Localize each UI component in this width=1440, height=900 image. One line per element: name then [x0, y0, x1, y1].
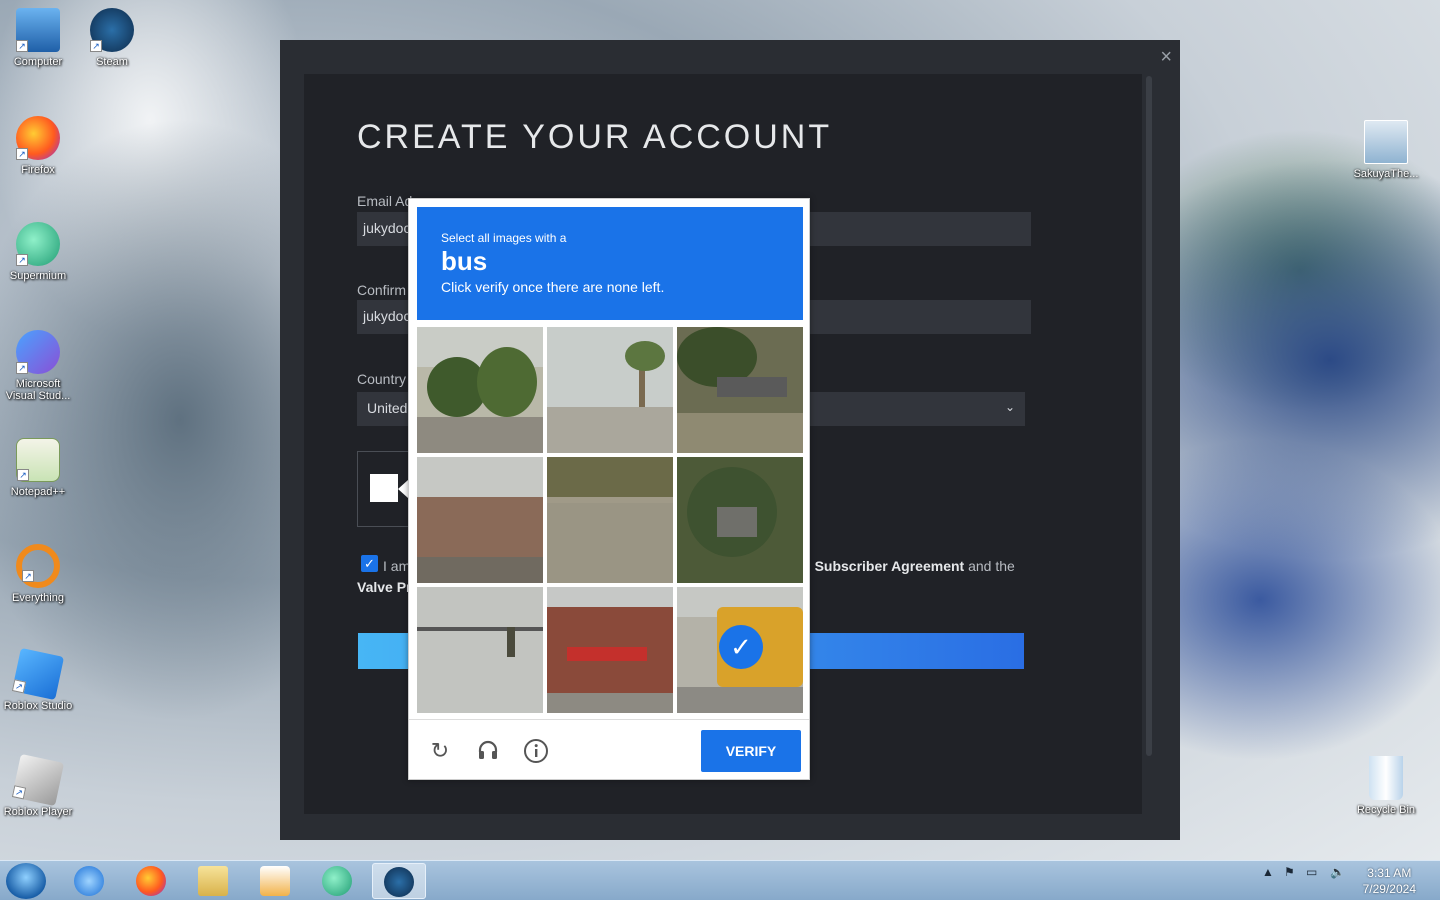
taskbar-supermium[interactable]	[310, 863, 364, 899]
chevron-down-icon: ⌄	[1004, 400, 1015, 414]
desktop-icon-notepadpp[interactable]: ↗ Notepad++	[0, 438, 76, 498]
everything-icon: ↗	[16, 544, 60, 588]
firefox-icon: ↗	[16, 116, 60, 160]
volume-muted-icon[interactable]: 🔈	[1330, 865, 1345, 879]
taskbar-media-player[interactable]	[248, 863, 302, 899]
scrollbar[interactable]	[1146, 76, 1152, 756]
desktop-icon-label: Supermium	[9, 270, 67, 282]
image-tile-3[interactable]	[677, 327, 803, 453]
taskbar: ▲ ⚑ ▭ 🔈 3:31 AM 7/29/2024	[0, 860, 1440, 900]
selected-check-icon: ✓	[719, 625, 763, 669]
system-clock[interactable]: 3:31 AM 7/29/2024	[1363, 865, 1416, 897]
action-center-flag-icon[interactable]: ⚑	[1284, 865, 1295, 879]
desktop-icon-firefox[interactable]: ↗ Firefox	[0, 116, 76, 176]
desktop-icon-computer[interactable]: ↗ Computer	[0, 8, 76, 68]
desktop-icon-label: Microsoft Visual Stud...	[5, 378, 71, 402]
recaptcha-header: Select all images with a bus Click verif…	[417, 207, 803, 320]
subscriber-agreement-link[interactable]: Subscriber Agreement	[815, 558, 965, 574]
agree-prefix: I am	[383, 558, 411, 574]
instruction-text: Select all images with a	[441, 231, 567, 245]
close-icon[interactable]: ×	[1160, 46, 1172, 69]
recaptcha-challenge: Select all images with a bus Click verif…	[408, 198, 810, 780]
image-tile-2[interactable]	[547, 327, 673, 453]
visual-studio-icon: ↗	[16, 330, 60, 374]
reload-icon[interactable]: ↻	[427, 738, 453, 764]
show-hidden-icons-icon[interactable]: ▲	[1262, 865, 1274, 879]
computer-icon: ↗	[16, 8, 60, 52]
desktop-icon-label: Roblox Player	[3, 806, 73, 818]
supermium-icon: ↗	[16, 222, 60, 266]
desktop-icon-label: Computer	[13, 56, 63, 68]
image-file-icon	[1364, 120, 1408, 164]
desktop-icon-label: Everything	[12, 592, 64, 604]
info-icon[interactable]	[523, 738, 549, 764]
firefox-icon	[136, 866, 166, 896]
desktop-icon-everything[interactable]: ↗ Everything	[0, 544, 76, 604]
taskbar-steam[interactable]	[372, 863, 426, 899]
taskbar-firefox[interactable]	[124, 863, 178, 899]
image-tile-8[interactable]	[547, 587, 673, 713]
desktop-icon-roblox-player[interactable]: ↗ Roblox Player	[0, 753, 76, 818]
start-button[interactable]	[6, 863, 46, 899]
captcha-pointer	[398, 480, 408, 498]
instruction-subtext: Click verify once there are none left.	[441, 279, 665, 295]
internet-explorer-icon	[74, 866, 104, 896]
image-tile-5[interactable]	[547, 457, 673, 583]
desktop-icon-label: Recycle Bin	[1356, 804, 1416, 816]
desktop-icon-roblox-studio[interactable]: ↗ Roblox Studio	[0, 647, 76, 712]
recycle-bin-icon	[1369, 756, 1403, 800]
agree-text-right: ) Subscriber Agreement and the	[806, 558, 1015, 574]
recaptcha-footer: ↻ VERIFY	[409, 719, 809, 781]
file-explorer-icon	[198, 866, 228, 896]
supermium-icon	[322, 866, 352, 896]
taskbar-internet-explorer[interactable]	[62, 863, 116, 899]
desktop-icon-recycle-bin[interactable]: Recycle Bin	[1348, 756, 1424, 816]
desktop-icon-image-file[interactable]: SakuyaThe...	[1348, 120, 1424, 180]
network-icon[interactable]: ▭	[1306, 865, 1317, 879]
desktop-icon-supermium[interactable]: ↗ Supermium	[0, 222, 76, 282]
desktop-icon-label: Firefox	[21, 164, 55, 176]
media-player-icon	[260, 866, 290, 896]
steam-icon: ↗	[90, 8, 134, 52]
image-tile-4[interactable]	[417, 457, 543, 583]
image-grid: ✓	[417, 327, 803, 713]
desktop-icon-label: SakuyaThe...	[1353, 168, 1419, 180]
desktop-icon-steam[interactable]: ↗ Steam	[74, 8, 150, 68]
email-label: Email Ad	[357, 193, 413, 209]
image-tile-9-selected[interactable]: ✓	[677, 587, 803, 713]
notepadpp-icon: ↗	[16, 438, 60, 482]
verify-button[interactable]: VERIFY	[701, 730, 801, 772]
country-value: United	[367, 400, 408, 416]
image-tile-7[interactable]	[417, 587, 543, 713]
image-tile-1[interactable]	[417, 327, 543, 453]
target-object: bus	[441, 246, 488, 276]
image-tile-6[interactable]	[677, 457, 803, 583]
steam-icon	[384, 867, 414, 897]
desktop-icon-label: Steam	[96, 56, 128, 68]
agree-checkbox[interactable]: ✓	[361, 555, 378, 572]
taskbar-file-explorer[interactable]	[186, 863, 240, 899]
desktop-icon-label: Roblox Studio	[3, 700, 73, 712]
clock-date: 7/29/2024	[1362, 882, 1416, 896]
desktop-icon-visual-studio[interactable]: ↗ Microsoft Visual Stud...	[0, 330, 76, 402]
clock-time: 3:31 AM	[1367, 866, 1412, 880]
audio-icon[interactable]	[475, 738, 501, 764]
valve-privacy-link[interactable]: Valve Pr	[357, 579, 412, 595]
confirm-email-label: Confirm	[357, 282, 407, 298]
captcha-checkbox[interactable]	[370, 474, 398, 502]
desktop-icon-label: Notepad++	[10, 486, 66, 498]
page-title: CREATE YOUR ACCOUNT	[357, 118, 833, 156]
agree-mid-text: and the	[964, 558, 1015, 574]
roblox-studio-icon: ↗	[11, 647, 65, 701]
roblox-player-icon: ↗	[11, 753, 65, 807]
country-label: Country	[357, 371, 407, 387]
